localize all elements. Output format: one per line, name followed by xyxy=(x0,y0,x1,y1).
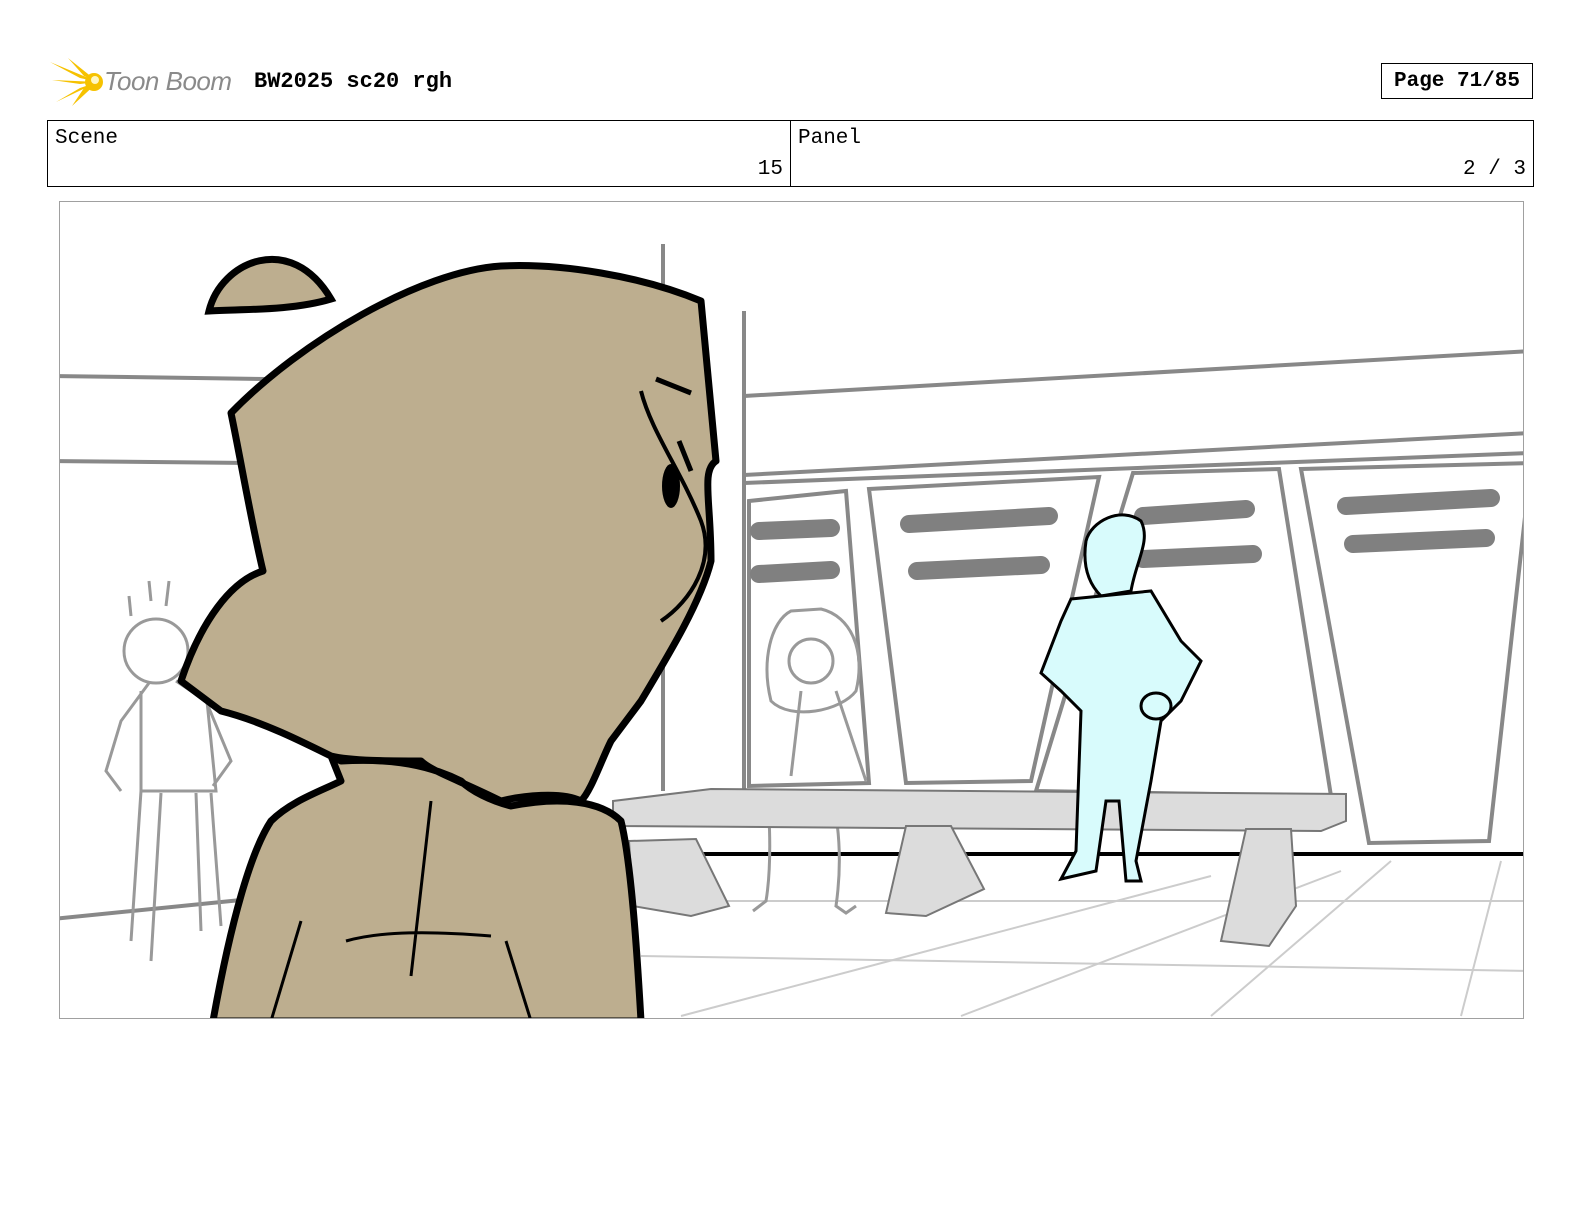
foreground-character xyxy=(177,255,720,1018)
panel-label: Panel xyxy=(798,127,862,150)
logo-text: Toon Boom xyxy=(104,66,232,96)
sunburst-icon xyxy=(50,58,103,106)
panel-value: 2 / 3 xyxy=(1462,158,1526,181)
floor-tiles xyxy=(621,860,1523,1017)
bench xyxy=(612,787,1347,948)
page-number: Page 71/85 xyxy=(1381,63,1533,99)
toon-boom-logo: Toon Boom xyxy=(50,56,240,108)
scene-cell: Scene 15 xyxy=(48,121,790,186)
storyboard-panel xyxy=(59,201,1524,1019)
document-title: BW2025 sc20 rgh xyxy=(254,69,453,94)
panel-cell: Panel 2 / 3 xyxy=(790,121,1533,186)
scene-label: Scene xyxy=(55,127,119,150)
info-table: Scene 15 Panel 2 / 3 xyxy=(47,120,1534,187)
storyboard-drawing xyxy=(60,244,1523,1018)
scene-value: 15 xyxy=(757,158,783,181)
